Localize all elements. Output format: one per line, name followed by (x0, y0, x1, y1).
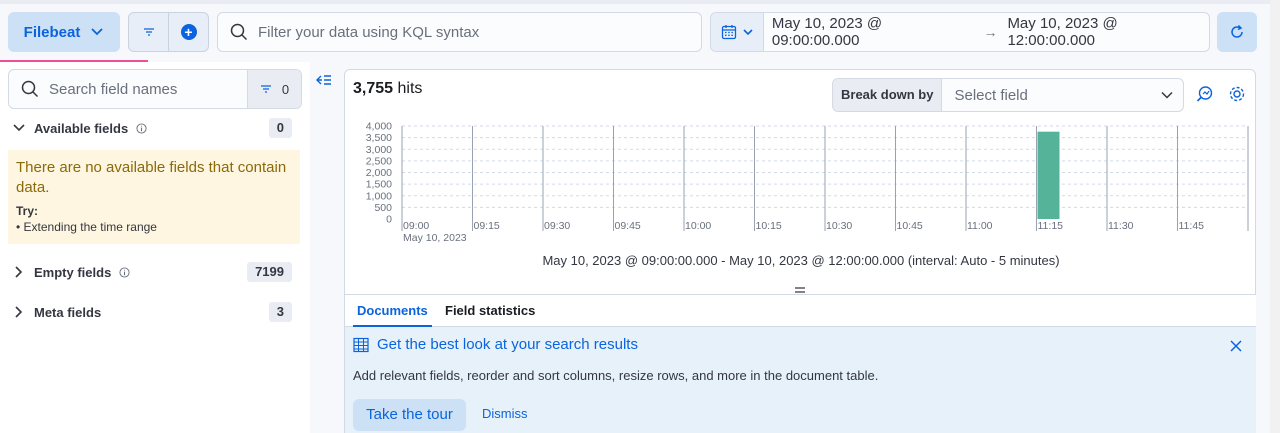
collapse-icon (316, 75, 331, 85)
empty-fields-label: Empty fields (34, 264, 112, 280)
hits-counter: 3,755 hits (353, 80, 422, 98)
tour-close-button[interactable] (1229, 339, 1243, 356)
field-type-filter-button[interactable]: 0 (247, 70, 301, 108)
x-tick-label: 09:45 (615, 220, 641, 232)
resize-handle[interactable] (794, 281, 806, 293)
histogram-svg: 4,0003,5003,0002,5002,0001,5001,00050000… (366, 121, 1249, 244)
chevron-down-icon (13, 124, 25, 132)
calendar-icon (721, 25, 737, 40)
table-icon (353, 337, 369, 356)
drag-handle-icon (795, 287, 805, 293)
meta-fields-count: 3 (268, 302, 292, 322)
query-menu-group: + (128, 12, 209, 52)
breakdown-select[interactable]: Break down by Select field (832, 78, 1184, 112)
no-fields-callout: There are no available fields that conta… (8, 150, 300, 244)
interval-text: May 10, 2023 @ 09:00:00.000 - May 10, 20… (542, 253, 1060, 268)
y-tick-label: 500 (374, 202, 392, 214)
search-icon (230, 23, 248, 41)
tabs-bar: Documents Field statistics (345, 294, 1256, 327)
y-tick-label: 1,000 (366, 190, 392, 202)
chevron-right-icon (15, 306, 23, 318)
y-tick-label: 4,000 (366, 121, 392, 133)
tour-description: Add relevant fields, reorder and sort co… (353, 368, 879, 383)
x-tick-label: 10:15 (756, 220, 782, 232)
y-tick-label: 2,500 (366, 155, 392, 167)
breakdown-field-select[interactable]: Select field (942, 87, 1161, 104)
filter-count: 0 (281, 81, 290, 97)
callout-message: There are no available fields that conta… (16, 159, 287, 196)
hits-count: 3,755 (353, 80, 394, 97)
chevron-down-icon (743, 29, 753, 36)
y-tick-label: 2,000 (366, 167, 392, 179)
refresh-button[interactable] (1217, 12, 1257, 52)
chart-options-button[interactable] (1228, 85, 1246, 106)
tab-documents[interactable]: Documents (353, 295, 432, 327)
dismiss-link[interactable]: Dismiss (482, 406, 528, 421)
plus-icon: + (180, 24, 197, 40)
gear-icon (1229, 86, 1245, 102)
callout-try-label: Try: (16, 204, 39, 218)
y-tick-label: 0 (386, 214, 392, 226)
top-strip (0, 0, 1280, 4)
arrow-right-icon: → (983, 24, 998, 40)
available-fields-count: 0 (268, 118, 292, 138)
field-search-input[interactable]: Search field names (39, 81, 247, 98)
chevron-down-icon (1161, 91, 1173, 99)
y-tick-label: 3,500 (366, 132, 392, 144)
query-input[interactable]: Filter your data using KQL syntax (258, 24, 479, 41)
x-tick-label: 10:00 (685, 220, 711, 232)
close-icon (1230, 340, 1242, 352)
quick-select-button[interactable] (711, 13, 764, 51)
callout-suggestion-text: Extending the time range (23, 220, 157, 234)
callout-suggestions: • Extending the time range (16, 220, 292, 234)
x-sublabel: May 10, 2023 (403, 232, 467, 244)
tab-field-statistics[interactable]: Field statistics (445, 295, 535, 327)
collapse-sidebar-button[interactable] (316, 73, 332, 90)
info-icon (119, 266, 130, 278)
x-tick-label: 11:30 (1108, 220, 1134, 232)
x-tick-label: 10:30 (826, 220, 852, 232)
data-view-picker[interactable]: Filebeat (8, 12, 120, 52)
y-tick-label: 3,000 (366, 144, 392, 156)
chevron-right-icon (15, 266, 23, 278)
chevron-down-icon (91, 28, 103, 36)
empty-fields-count: 7199 (247, 262, 292, 282)
callout-suggestion: • Extending the time range (16, 220, 157, 234)
refresh-icon (1231, 24, 1243, 38)
search-icon (21, 80, 39, 98)
inspect-icon (1196, 86, 1213, 102)
x-tick-label: 11:45 (1179, 220, 1205, 232)
inspect-button[interactable] (1196, 85, 1214, 106)
empty-fields-toggle[interactable]: Empty fields 7199 (12, 262, 302, 282)
x-tick-label: 09:15 (474, 220, 500, 232)
page-scrollbar[interactable] (1270, 0, 1280, 433)
available-fields-toggle[interactable]: Available fields 0 (12, 118, 302, 138)
filter-icon (143, 28, 154, 36)
filter-icon (260, 85, 271, 93)
y-tick-label: 1,500 (366, 179, 392, 191)
meta-fields-label: Meta fields (34, 304, 102, 320)
add-filter-button[interactable]: + (169, 13, 208, 51)
x-tick-label: 11:15 (1038, 220, 1064, 232)
histogram-bar (1037, 131, 1060, 219)
date-picker: May 10, 2023 @ 09:00:00.000 → May 10, 20… (710, 12, 1210, 52)
x-tick-label: 09:00 (403, 220, 429, 232)
breakdown-label: Break down by (833, 79, 943, 111)
query-bar[interactable]: Filter your data using KQL syntax (217, 12, 702, 52)
take-tour-button[interactable]: Take the tour (353, 399, 466, 431)
meta-fields-toggle[interactable]: Meta fields 3 (12, 302, 302, 322)
x-tick-label: 09:30 (544, 220, 570, 232)
data-view-label: Filebeat (23, 23, 81, 41)
date-end[interactable]: May 10, 2023 @ 12:00:00.000 (1007, 15, 1209, 49)
query-menu-button[interactable] (129, 13, 169, 51)
info-icon (136, 122, 147, 134)
available-fields-label: Available fields (34, 120, 129, 136)
hits-label: hits (397, 80, 423, 97)
date-start[interactable]: May 10, 2023 @ 09:00:00.000 (772, 15, 974, 49)
tour-title: Get the best look at your search results (377, 336, 638, 353)
field-search: Search field names 0 (8, 69, 302, 109)
x-tick-label: 11:00 (967, 220, 993, 232)
x-tick-label: 10:45 (897, 220, 923, 232)
